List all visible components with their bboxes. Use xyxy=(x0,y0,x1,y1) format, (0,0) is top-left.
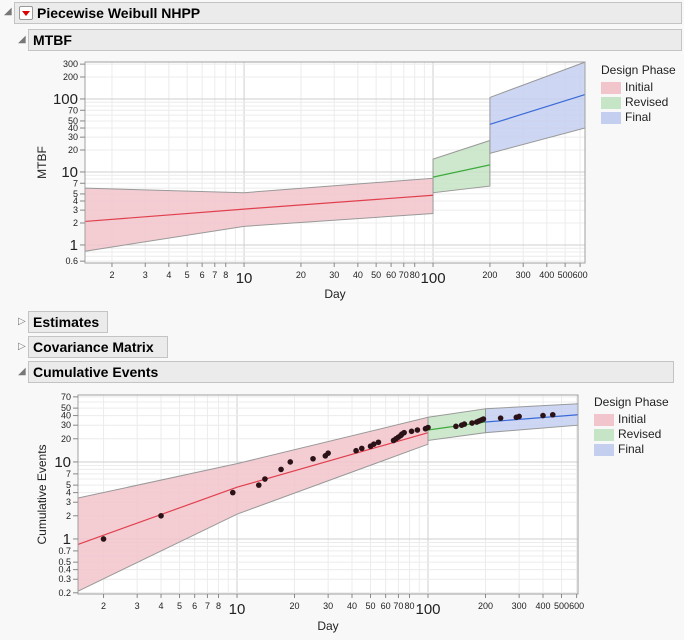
x-tick-label: 5 xyxy=(177,601,182,611)
legend-label: Initial xyxy=(618,412,647,426)
legend-title: Design Phase xyxy=(601,63,676,77)
y-tick-label: 3 xyxy=(66,497,71,507)
cumulative-legend: Design Phase Initial Revised Final xyxy=(594,395,669,457)
x-tick-label: 8 xyxy=(216,601,221,611)
legend-item-initial[interactable]: Initial xyxy=(594,412,669,427)
data-point xyxy=(262,476,268,482)
data-point xyxy=(401,429,407,436)
legend-item-final[interactable]: Final xyxy=(601,110,676,125)
legend-swatch-final xyxy=(594,443,614,456)
y-tick-label: 0.2 xyxy=(58,588,71,598)
legend-item-initial[interactable]: Initial xyxy=(601,80,676,95)
x-tick-label: 40 xyxy=(347,601,357,611)
data-point xyxy=(278,466,284,473)
data-point xyxy=(480,416,487,422)
x-tick-label: 4 xyxy=(159,601,164,611)
x-tick-label: 400 xyxy=(535,601,550,611)
data-point xyxy=(255,482,262,488)
y-tick-label: 50 xyxy=(61,403,71,413)
legend-item-revised[interactable]: Revised xyxy=(594,427,669,442)
y-tick-label: 70 xyxy=(61,392,71,402)
legend-label: Final xyxy=(618,442,645,456)
x-tick-label: 200 xyxy=(478,601,493,611)
data-point xyxy=(325,450,331,456)
x-tick-label: 3 xyxy=(135,601,140,611)
y-axis-label: Cumulative Events xyxy=(35,444,49,544)
x-tick-label: 80 xyxy=(404,601,414,611)
data-point xyxy=(358,445,365,452)
y-tick-label: 1 xyxy=(63,531,71,548)
data-point xyxy=(100,536,107,542)
data-point xyxy=(408,428,415,435)
legend-label: Revised xyxy=(625,95,669,109)
mtbf-legend: Design Phase Initial Revised Final xyxy=(601,63,676,125)
data-point xyxy=(453,423,459,430)
data-point xyxy=(229,489,236,496)
data-point xyxy=(461,421,468,427)
cumulative-events-chart: 2 3 4 5 6 7 8 10 20 30 40 50 60 70 80 100 200 300 400 500 60… xyxy=(35,392,584,633)
legend-label: Revised xyxy=(618,427,662,441)
x-tick-label: 300 xyxy=(512,601,527,611)
legend-item-revised[interactable]: Revised xyxy=(601,95,676,110)
data-point xyxy=(425,424,431,431)
legend-label: Initial xyxy=(625,80,654,94)
data-point xyxy=(549,411,556,418)
x-tick-label: 70 xyxy=(393,601,403,611)
data-point xyxy=(310,455,316,462)
data-point xyxy=(287,459,294,465)
x-tick-label: 6 xyxy=(192,601,197,611)
data-point xyxy=(414,427,421,433)
y-tick-label: 20 xyxy=(61,434,71,444)
legend-swatch-initial xyxy=(601,81,621,94)
x-tick-label: 50 xyxy=(366,601,376,611)
legend-swatch-revised xyxy=(594,428,614,441)
legend-swatch-revised xyxy=(601,96,621,109)
x-tick-label: 20 xyxy=(290,601,300,611)
x-axis-label: Day xyxy=(317,619,338,633)
x-tick-label: 500 xyxy=(554,601,569,611)
x-tick-label: 100 xyxy=(415,601,440,618)
x-tick-label: 60 xyxy=(381,601,391,611)
data-point xyxy=(469,420,475,426)
data-point xyxy=(497,415,504,421)
x-tick-label: 7 xyxy=(205,601,210,611)
data-point xyxy=(158,512,164,519)
x-tick-label: 30 xyxy=(323,601,333,611)
y-tick-label: 30 xyxy=(61,420,71,430)
y-tick-label: 5 xyxy=(66,480,71,490)
data-point xyxy=(540,412,546,419)
legend-label: Final xyxy=(625,110,652,124)
legend-swatch-final xyxy=(601,111,621,124)
data-point xyxy=(516,413,522,420)
x-tick-label: 600 xyxy=(569,601,584,611)
y-tick-label: 2 xyxy=(66,511,71,521)
y-tick-label: 0.5 xyxy=(58,557,71,567)
y-tick-label: 0.3 xyxy=(58,574,71,584)
y-tick-label: 10 xyxy=(54,454,71,471)
legend-item-final[interactable]: Final xyxy=(594,442,669,457)
x-tick-label: 2 xyxy=(101,601,106,611)
data-point xyxy=(375,439,382,446)
data-point xyxy=(353,447,359,454)
legend-title: Design Phase xyxy=(594,395,669,409)
legend-swatch-initial xyxy=(594,413,614,426)
x-tick-label: 10 xyxy=(229,601,246,618)
